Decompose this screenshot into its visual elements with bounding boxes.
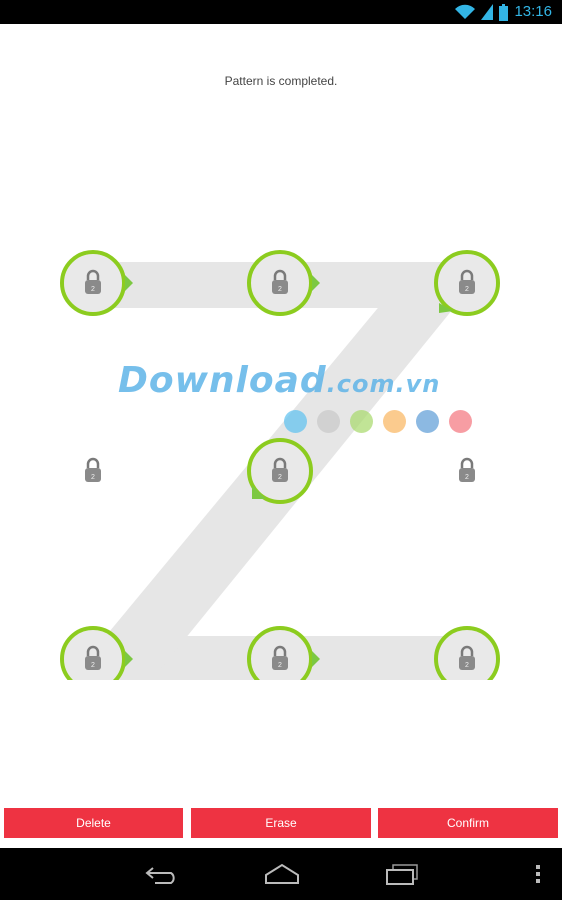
svg-text:2: 2	[91, 474, 95, 481]
status-bar: 13:16	[0, 0, 562, 24]
pattern-node-3[interactable]: 2	[434, 250, 500, 316]
watermark-dot	[416, 410, 439, 433]
svg-text:2: 2	[278, 662, 282, 669]
pattern-node-7[interactable]: 2	[60, 626, 126, 680]
status-time: 13:16	[514, 3, 552, 20]
pattern-node-1[interactable]: 2	[60, 250, 126, 316]
svg-text:2: 2	[91, 286, 95, 293]
battery-icon	[499, 3, 509, 21]
pattern-node-6[interactable]: 2	[459, 457, 475, 482]
erase-button[interactable]: Erase	[191, 808, 371, 838]
navigation-bar	[0, 848, 562, 900]
status-icons: 13:16	[455, 2, 552, 22]
signal-icon	[481, 4, 494, 20]
confirm-button[interactable]: Confirm	[378, 808, 558, 838]
svg-text:2: 2	[278, 474, 282, 481]
download-watermark: Download.com.vn	[118, 360, 498, 440]
watermark-dot	[383, 410, 406, 433]
watermark-logo: Download.com.vn	[118, 360, 441, 401]
watermark-dot	[350, 410, 373, 433]
recent-apps-icon[interactable]	[382, 860, 422, 888]
watermark-dots	[284, 410, 472, 433]
watermark-dot	[317, 410, 340, 433]
home-icon[interactable]	[262, 860, 302, 888]
wifi-icon	[455, 4, 476, 20]
pattern-canvas[interactable]: 2 2 2 2 2 2 2 2 2	[0, 240, 562, 680]
padlock-icon: 2	[459, 457, 475, 482]
svg-text:2: 2	[465, 474, 469, 481]
pattern-node-8[interactable]: 2	[247, 626, 313, 680]
pattern-node-9[interactable]: 2	[434, 626, 500, 680]
pattern-status-message: Pattern is completed.	[224, 74, 338, 88]
svg-text:2: 2	[91, 662, 95, 669]
svg-text:2: 2	[278, 286, 282, 293]
watermark-dot	[284, 410, 307, 433]
svg-text:2: 2	[465, 662, 469, 669]
pattern-node-4[interactable]: 2	[85, 457, 101, 482]
action-buttons: Delete Erase Confirm	[0, 808, 562, 838]
pattern-node-2[interactable]: 2	[247, 250, 313, 316]
pattern-lock-grid[interactable]: 2 2 2 2 2 2 2 2 2	[0, 240, 562, 680]
padlock-icon: 2	[85, 457, 101, 482]
svg-text:2: 2	[465, 286, 469, 293]
delete-button[interactable]: Delete	[4, 808, 183, 838]
watermark-dot	[449, 410, 472, 433]
overflow-menu-icon[interactable]	[528, 860, 548, 888]
back-icon[interactable]	[142, 860, 182, 888]
